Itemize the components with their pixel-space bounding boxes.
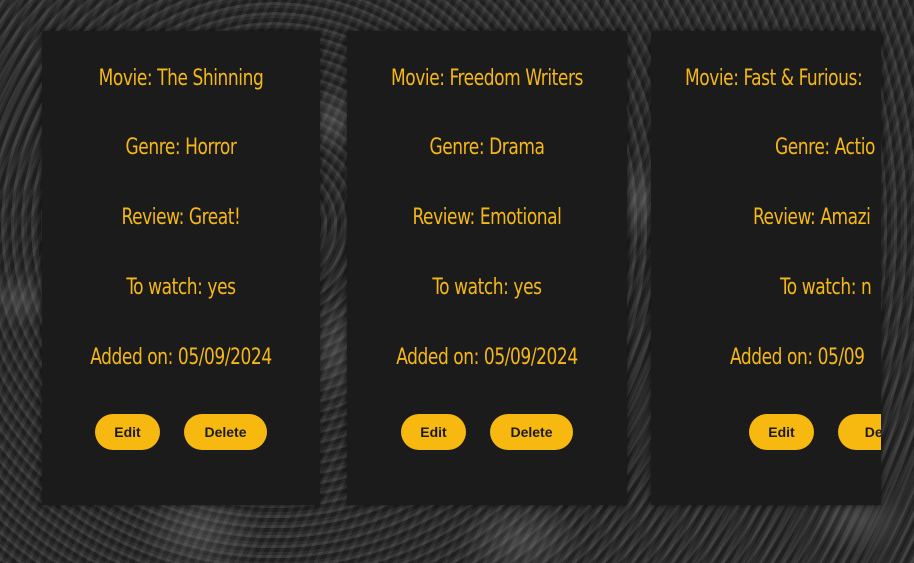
movie-card: Movie: The Shinning Genre: Horror Review…: [42, 31, 320, 505]
movie-to-watch: To watch: n: [780, 275, 872, 300]
edit-button[interactable]: Edit: [401, 414, 466, 450]
movie-added-on: Added on: 05/09/2024: [90, 345, 272, 370]
movie-to-watch: To watch: yes: [432, 275, 542, 300]
movie-genre: Genre: Horror: [125, 135, 237, 160]
movie-review: Review: Great!: [121, 205, 241, 230]
delete-button[interactable]: Delete: [490, 414, 573, 450]
movie-title: Movie: Fast & Furious:: [685, 66, 863, 91]
movie-review: Review: Emotional: [412, 205, 562, 230]
delete-button[interactable]: Delete: [184, 414, 267, 450]
delete-button[interactable]: Dele: [838, 414, 881, 450]
movie-to-watch: To watch: yes: [126, 275, 236, 300]
page-background: Movie: The Shinning Genre: Horror Review…: [0, 0, 914, 563]
edit-button[interactable]: Edit: [749, 414, 814, 450]
movie-added-on: Added on: 05/09: [730, 345, 865, 370]
edit-button[interactable]: Edit: [95, 414, 160, 450]
movie-card: Movie: Fast & Furious: Genre: Actio Revi…: [651, 31, 881, 505]
movie-card: Movie: Freedom Writers Genre: Drama Revi…: [347, 31, 627, 505]
movie-review: Review: Amazi: [753, 205, 871, 230]
movie-added-on: Added on: 05/09/2024: [396, 345, 578, 370]
movie-genre: Genre: Actio: [775, 135, 875, 160]
movie-genre: Genre: Drama: [429, 135, 545, 160]
movie-title: Movie: The Shinning: [98, 66, 264, 91]
movie-title: Movie: Freedom Writers: [391, 66, 583, 91]
